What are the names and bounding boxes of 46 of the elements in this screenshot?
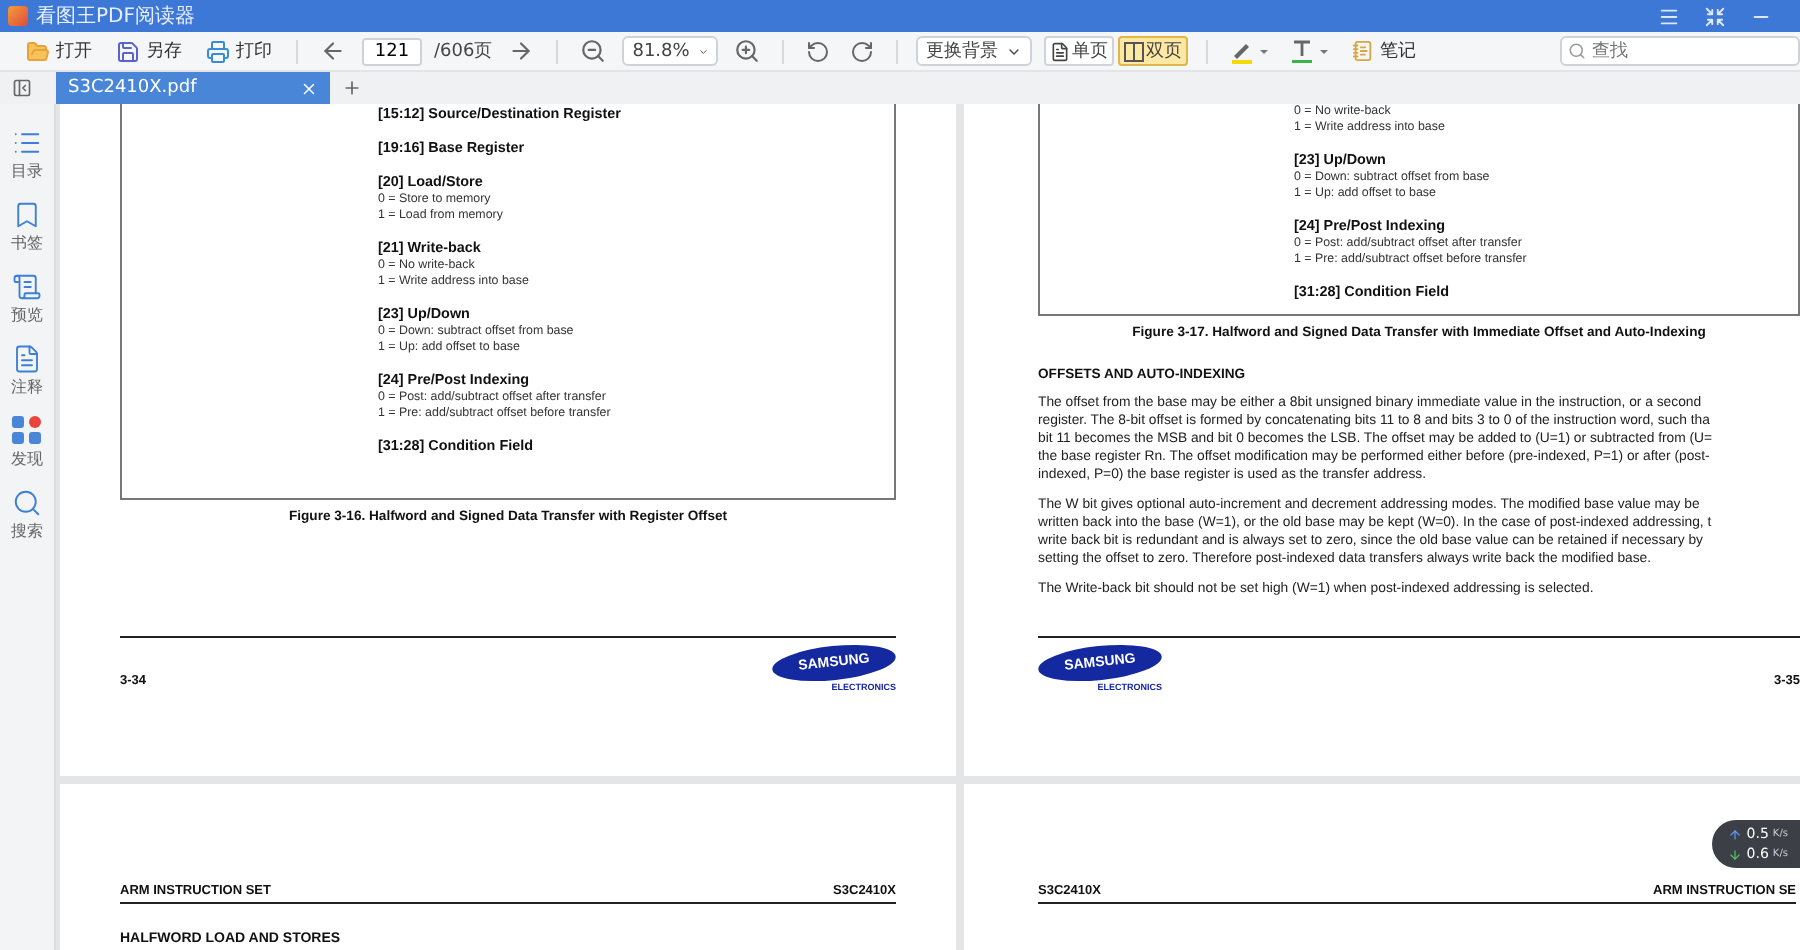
document-icon — [12, 272, 42, 302]
note-icon — [12, 344, 42, 374]
close-icon[interactable] — [300, 79, 318, 97]
view-mode-button[interactable]: 单页 — [1044, 36, 1115, 66]
toolbar-button[interactable]: 打印 — [200, 35, 278, 67]
toolbar-button[interactable]: 另存 — [110, 35, 188, 67]
notes-button[interactable]: 笔记 — [1346, 35, 1423, 67]
arrow-right-icon — [508, 38, 535, 64]
notebook-icon — [1352, 40, 1375, 62]
rotate-right-icon — [850, 39, 875, 63]
zoom-in-icon — [734, 38, 761, 64]
search-icon — [12, 488, 42, 518]
double-page-icon — [1124, 41, 1145, 61]
window-title: 看图王PDF阅读器 — [36, 3, 195, 30]
printer-icon — [206, 39, 230, 63]
sidebar-item[interactable]: 目录 — [11, 128, 43, 182]
restore-icon[interactable] — [1704, 5, 1726, 27]
background-dropdown[interactable]: 更换背景 — [916, 36, 1033, 66]
menu-icon[interactable] — [1658, 5, 1680, 27]
zoom-out-icon — [580, 38, 607, 64]
folder-icon — [26, 39, 50, 63]
upload-arrow-icon — [1728, 827, 1743, 841]
text-color-icon — [1290, 39, 1331, 63]
plus-icon — [342, 78, 362, 98]
search-icon — [1568, 42, 1586, 60]
page-number-field[interactable]: 121 — [362, 37, 422, 65]
toolbar-button[interactable]: 打开 — [20, 35, 98, 67]
collapse-panel-icon — [12, 78, 32, 98]
sidebar-item[interactable]: 发现 — [11, 416, 43, 470]
zoom-dropdown[interactable]: 81.8% — [622, 36, 719, 66]
search-field[interactable]: 查找 — [1560, 36, 1800, 66]
app-icon — [8, 6, 28, 26]
view-mode-button[interactable]: 双页 — [1118, 36, 1189, 66]
page-total: /606页 — [434, 40, 493, 64]
rotate-left-icon — [806, 39, 831, 63]
arrow-left-icon — [320, 38, 346, 64]
sidebar-item[interactable]: 书签 — [11, 200, 43, 254]
sidebar-item[interactable]: 注释 — [11, 344, 43, 398]
document-tab[interactable]: S3C2410X.pdf — [56, 72, 330, 104]
sidebar-item[interactable]: 搜索 — [11, 488, 43, 542]
highlighter-pen-icon — [1230, 39, 1271, 63]
sidebar-item[interactable]: 预览 — [11, 272, 43, 326]
single-page-icon — [1050, 41, 1071, 61]
download-arrow-icon — [1728, 847, 1743, 861]
grid-dots-icon — [12, 416, 42, 446]
bookmark-icon — [12, 200, 42, 230]
